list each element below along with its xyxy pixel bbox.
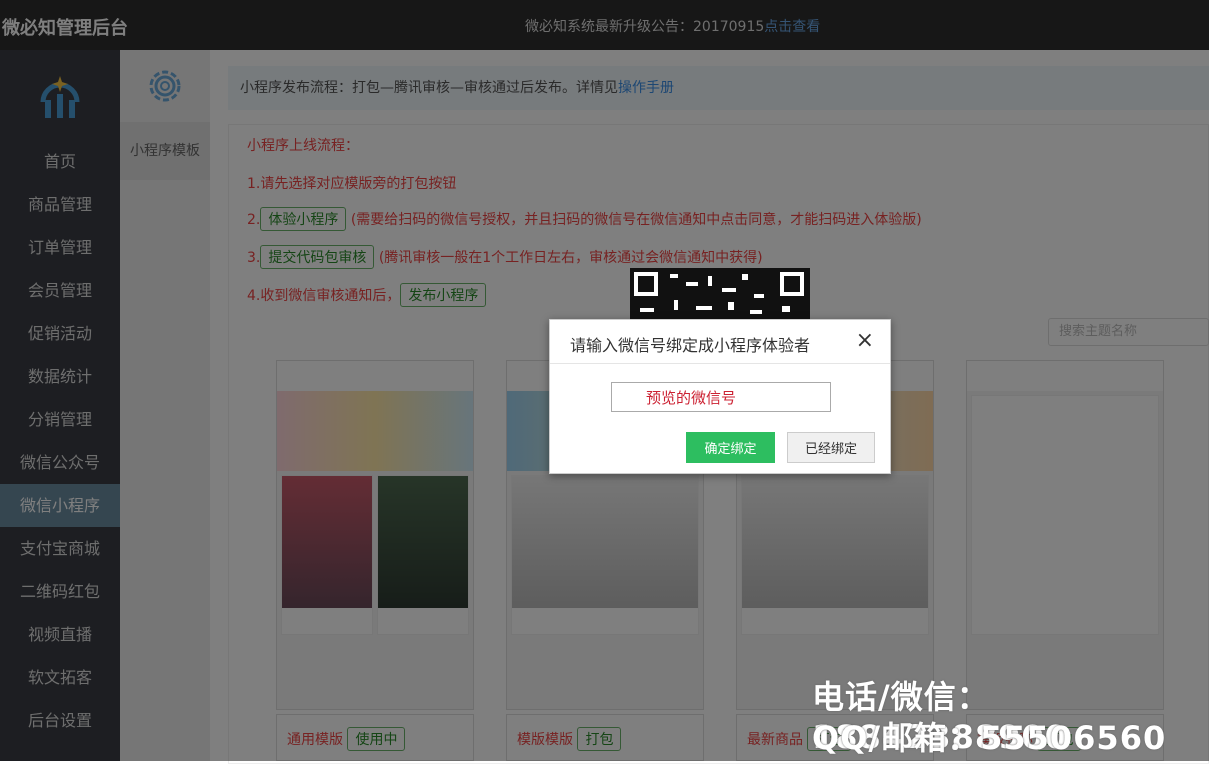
qr-module [708,276,712,286]
qr-finder [631,269,661,299]
wechat-id-input[interactable] [611,382,831,412]
confirm-bind-button[interactable]: 确定绑定 [686,432,775,463]
qr-module [728,302,734,310]
qr-finder [777,269,807,299]
qr-module [670,274,678,278]
qr-module [754,294,764,298]
qr-module [782,306,790,312]
qr-module [696,306,712,310]
qr-module [742,274,748,280]
dialog-title: 请输入微信号绑定成小程序体验者 [550,320,890,364]
qr-module [686,282,698,286]
close-icon[interactable]: × [856,330,874,352]
contact-watermark-qq: QQ/邮箱：55506560 [812,719,1167,757]
already-bound-button[interactable]: 已经绑定 [787,432,875,463]
qr-module [722,288,736,292]
qr-module [750,310,762,314]
bind-tester-dialog: 请输入微信号绑定成小程序体验者 × 确定绑定 已经绑定 [549,319,891,474]
qr-code-image [630,268,810,320]
qr-module [640,308,654,312]
qr-module [674,300,678,310]
